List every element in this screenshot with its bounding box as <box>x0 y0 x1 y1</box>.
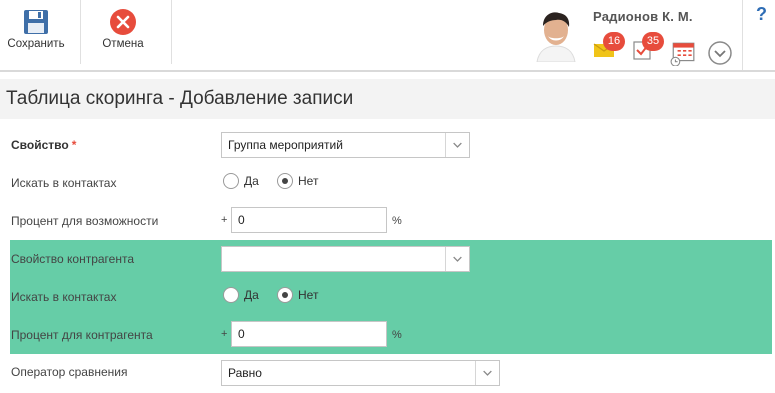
comparison-operator-select[interactable]: Равно <box>221 360 500 386</box>
property-label-text: Свойство <box>11 138 69 152</box>
radio-yes-circle <box>223 287 239 303</box>
toolbar-divider <box>742 0 743 70</box>
form-row-percent-opportunity: Процент для возможности + 0 % <box>0 202 775 240</box>
percent-counterparty-label: Процент для контрагента <box>11 328 153 342</box>
page-header: Таблица скоринга - Добавление записи <box>0 79 775 119</box>
radio-no-label: Нет <box>298 288 319 302</box>
radio-yes-label: Да <box>244 174 259 188</box>
chevron-down-icon <box>445 133 462 157</box>
percent-counterparty-input[interactable]: 0 <box>231 321 387 347</box>
chevron-down-icon[interactable] <box>707 40 733 66</box>
cancel-label: Отмена <box>102 38 144 50</box>
form-row-counterparty-property: Свойство контрагента <box>10 240 772 278</box>
close-icon <box>110 9 136 35</box>
help-button[interactable]: ? <box>756 4 767 25</box>
radio-no-circle <box>277 287 293 303</box>
chevron-down-icon <box>445 247 462 271</box>
property-select-value: Группа мероприятий <box>228 138 343 152</box>
counterparty-property-select[interactable] <box>221 246 470 272</box>
radio-no-label: Нет <box>298 174 319 188</box>
form-row-search-contacts: Искать в контактах Да Нет <box>0 164 775 202</box>
comparison-operator-label: Оператор сравнения <box>11 365 128 379</box>
plus-sign: + <box>221 328 228 340</box>
save-button[interactable]: Сохранить <box>0 0 72 70</box>
radio-no-circle <box>277 173 293 189</box>
mail-notification[interactable]: 16 <box>593 32 625 60</box>
radio-yes-label: Да <box>244 288 259 302</box>
plus-sign: + <box>221 214 228 226</box>
tasks-notification[interactable]: 35 <box>632 32 664 60</box>
radio-yes-circle <box>223 173 239 189</box>
percent-sign: % <box>392 329 402 341</box>
toolbar: Сохранить Отмена Радионов К. М. 16 35 ? <box>0 0 775 72</box>
mail-badge: 16 <box>603 32 625 51</box>
comparison-operator-value: Равно <box>228 366 262 380</box>
percent-opportunity-label: Процент для возможности <box>11 214 159 228</box>
percent-sign: % <box>392 215 402 227</box>
counterparty-property-label: Свойство контрагента <box>11 252 135 266</box>
user-name[interactable]: Радионов К. М. <box>593 9 693 24</box>
form-row-comparison-operator: Оператор сравнения Равно <box>0 354 775 392</box>
percent-opportunity-input[interactable]: 0 <box>231 207 387 233</box>
page-title: Таблица скоринга - Добавление записи <box>6 88 354 109</box>
toolbar-divider <box>80 0 81 64</box>
calendar-icon[interactable] <box>670 40 696 66</box>
avatar[interactable] <box>531 6 581 62</box>
save-label: Сохранить <box>7 38 65 50</box>
form-row-search-contacts-2: Искать в контактах Да Нет <box>10 278 772 316</box>
chevron-down-icon <box>475 361 492 385</box>
property-label: Свойство * <box>11 138 76 152</box>
search-contacts-2-label: Искать в контактах <box>11 290 117 304</box>
required-marker: * <box>71 138 77 152</box>
form-row-property: Свойство * Группа мероприятий <box>0 126 775 164</box>
toolbar-divider <box>171 0 172 64</box>
floppy-disk-icon <box>24 10 48 34</box>
search-contacts-label: Искать в контактах <box>11 176 117 190</box>
property-select[interactable]: Группа мероприятий <box>221 132 470 158</box>
tasks-badge: 35 <box>642 32 664 51</box>
form-row-percent-counterparty: Процент для контрагента + 0 % <box>10 316 772 354</box>
cancel-button[interactable]: Отмена <box>82 0 164 70</box>
